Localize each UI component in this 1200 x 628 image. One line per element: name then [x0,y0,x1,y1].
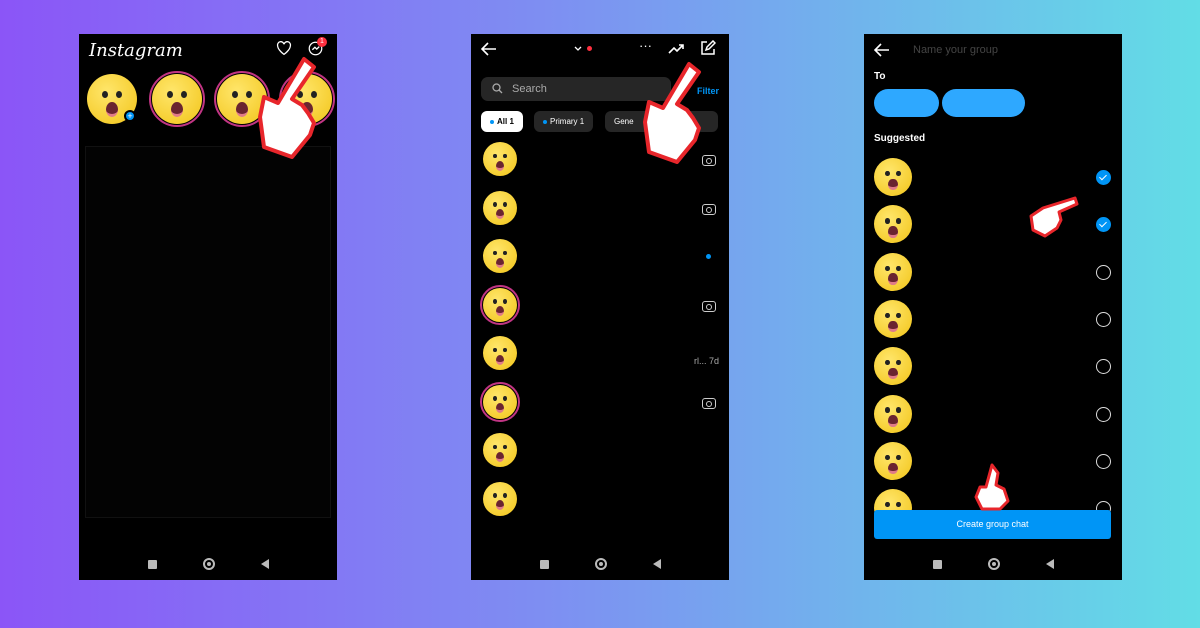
chip-all[interactable]: All 1 [481,111,523,132]
avatar[interactable] [874,158,912,196]
phone-screen-new-group: Name your group To Suggested Create grou… [864,34,1122,580]
chevron-down-icon[interactable] [574,46,582,52]
message-time: rl... 7d [693,356,719,366]
group-name-input[interactable]: Name your group [913,44,998,56]
recipient-chip[interactable] [942,89,1025,117]
unread-dot [706,254,711,259]
system-nav-bar [471,548,729,580]
more-icon[interactable]: ··· [639,38,652,53]
pointing-hand-icon [974,463,1010,511]
avatar[interactable] [483,190,517,225]
back-arrow-icon[interactable] [874,43,890,57]
home-button[interactable] [594,558,607,570]
phone-screen-feed: Instagram 1 + [79,34,337,580]
avatar[interactable] [874,347,912,386]
select-checkbox[interactable] [1096,311,1111,327]
trending-icon[interactable] [668,42,684,54]
avatar[interactable] [483,336,517,370]
back-button[interactable] [260,559,269,569]
avatar[interactable] [483,481,517,516]
pointing-hand-icon [258,57,316,159]
avatar[interactable] [483,239,517,273]
pointing-hand-icon [1029,196,1079,238]
system-nav-bar [864,548,1122,580]
compose-icon[interactable] [700,40,716,56]
avatar[interactable] [874,394,912,433]
avatar[interactable] [874,299,912,338]
select-checkbox[interactable] [1096,359,1111,375]
add-story-icon[interactable]: + [124,110,136,122]
feed-post [85,146,331,518]
camera-icon[interactable] [702,397,716,409]
avatar[interactable] [483,433,517,467]
phone-screen-inbox: ··· Search Filter All 1 Primary 1 Gene r… [471,34,729,580]
home-button[interactable] [202,558,215,570]
select-checkbox[interactable] [1096,453,1111,469]
avatar[interactable] [483,142,517,176]
avatar[interactable] [874,441,912,480]
notification-badge: 1 [317,37,327,47]
back-button[interactable] [652,559,661,569]
instagram-logo: Instagram [89,40,183,61]
select-checkbox[interactable] [1096,170,1111,185]
system-nav-bar [79,548,337,580]
back-arrow-icon[interactable] [481,42,497,56]
recents-button[interactable] [539,559,549,569]
avatar[interactable] [483,384,517,419]
camera-icon[interactable] [702,203,716,215]
recents-button[interactable] [932,559,942,569]
select-checkbox[interactable] [1096,217,1111,233]
camera-icon[interactable] [702,300,716,312]
pointing-hand-icon [643,62,701,164]
to-label: To [874,71,886,82]
create-group-chat-button[interactable]: Create group chat [874,510,1111,539]
home-button[interactable] [987,558,1000,570]
avatar[interactable] [152,74,202,124]
chip-primary[interactable]: Primary 1 [534,111,594,132]
select-checkbox[interactable] [1096,406,1111,422]
suggested-label: Suggested [874,133,926,144]
unread-dot [587,46,592,51]
back-button[interactable] [1045,559,1054,569]
heart-icon[interactable] [276,41,292,55]
recents-button[interactable] [147,559,157,569]
avatar[interactable] [874,252,912,291]
search-icon [492,83,503,94]
recipient-chip[interactable] [874,89,939,117]
avatar[interactable] [483,287,517,322]
select-checkbox[interactable] [1096,264,1111,280]
avatar[interactable] [874,205,912,244]
